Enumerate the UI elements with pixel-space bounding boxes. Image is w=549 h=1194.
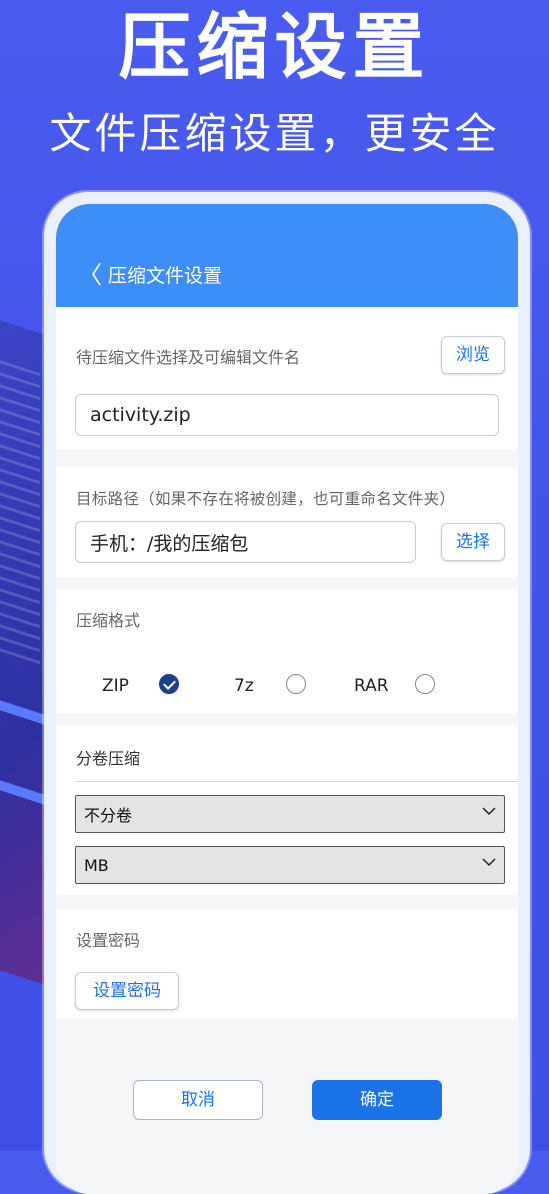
target-path-label: 目标路径（如果不存在将被创建，也可重命名文件夹） [76, 490, 456, 508]
target-path-input[interactable]: 手机：/我的压缩包 [75, 521, 416, 563]
section-gap [56, 895, 518, 909]
set-password-button[interactable]: 设置密码 [75, 972, 179, 1010]
file-select-label: 待压缩文件选择及可编辑文件名 [76, 348, 301, 367]
chevron-down-icon [482, 807, 496, 816]
confirm-button[interactable]: 确定 [312, 1080, 442, 1120]
choose-button[interactable]: 选择 [441, 523, 505, 561]
hero-title: 压缩设置 [118, 5, 431, 89]
chevron-left-icon[interactable]: 〈 [78, 262, 102, 288]
split-select[interactable]: 不分卷 [75, 795, 505, 833]
browse-button[interactable]: 浏览 [441, 336, 505, 374]
target-section: 目标路径（如果不存在将被创建，也可重命名文件夹） 手机：/我的压缩包 选择 [56, 467, 518, 577]
format-option-label: 7z [234, 676, 254, 696]
rar-radio[interactable] [415, 674, 435, 694]
hero-subtitle: 文件压缩设置，更安全 [49, 109, 500, 158]
format-options: ZIP 7z RAR [56, 668, 518, 708]
phone-screen: 〈 压缩文件设置 待压缩文件选择及可编辑文件名 浏览 activity.zip … [56, 204, 518, 1194]
format-option-label: RAR [354, 676, 389, 696]
chevron-down-icon [482, 858, 496, 867]
section-gap [56, 577, 518, 589]
phone-frame: 〈 压缩文件设置 待压缩文件选择及可编辑文件名 浏览 activity.zip … [44, 192, 530, 1194]
password-section: 设置密码 设置密码 [56, 909, 518, 1019]
7z-radio[interactable] [286, 674, 306, 694]
file-section: 待压缩文件选择及可编辑文件名 浏览 activity.zip [56, 307, 518, 449]
section-gap [56, 713, 518, 725]
split-section: 分卷压缩 不分卷 MB [56, 725, 518, 895]
footer-area [56, 1019, 518, 1194]
page-title: 压缩文件设置 [108, 265, 223, 287]
zip-radio[interactable] [159, 674, 179, 694]
unit-select[interactable]: MB [75, 846, 505, 884]
filename-input[interactable]: activity.zip [75, 394, 499, 436]
password-label: 设置密码 [76, 931, 141, 950]
format-label: 压缩格式 [76, 611, 141, 630]
split-label: 分卷压缩 [76, 749, 141, 768]
split-select-value: 不分卷 [84, 806, 133, 825]
laptop-screen-lines [0, 353, 40, 674]
app-bar: 〈 压缩文件设置 [56, 204, 518, 307]
section-gap [56, 449, 518, 467]
format-option-label: ZIP [102, 676, 129, 696]
unit-select-value: MB [84, 855, 109, 875]
divider [75, 781, 518, 782]
cancel-button[interactable]: 取消 [133, 1080, 263, 1120]
